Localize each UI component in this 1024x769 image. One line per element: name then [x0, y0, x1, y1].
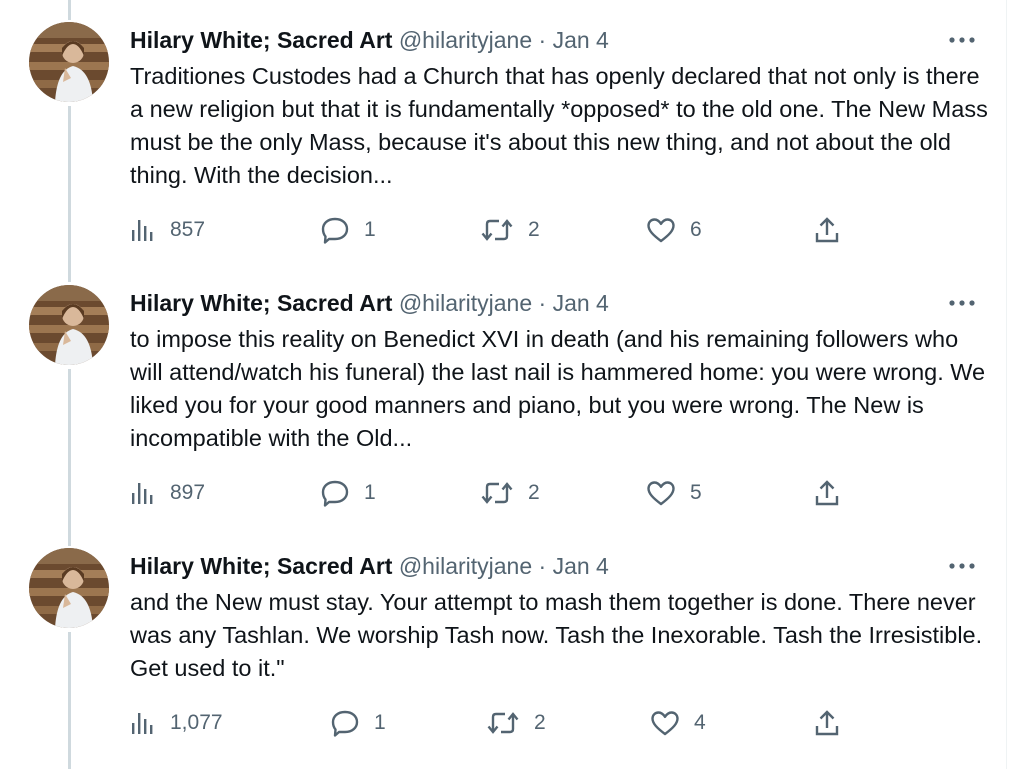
more-icon[interactable]	[944, 291, 980, 315]
more-icon[interactable]	[944, 28, 980, 52]
author-handle[interactable]: @hilarityjane	[399, 27, 532, 53]
views-button[interactable]: 857	[130, 215, 205, 245]
tweet-date[interactable]: Jan 4	[553, 27, 609, 53]
retweet-button[interactable]: 2	[480, 478, 540, 508]
author-name[interactable]: Hilary White; Sacred Art	[130, 27, 392, 53]
reply-count: 1	[364, 481, 376, 504]
tweet-date[interactable]: Jan 4	[553, 553, 609, 579]
views-icon	[130, 218, 156, 242]
share-button[interactable]	[814, 215, 840, 245]
tweet-actions: 857 1 2 6	[130, 215, 850, 245]
author-name[interactable]: Hilary White; Sacred Art	[130, 553, 392, 579]
share-icon	[814, 479, 840, 507]
reply-count: 1	[374, 711, 386, 734]
tweet-header: Hilary White; Sacred Art @hilarityjane ·…	[130, 288, 609, 318]
retweet-icon	[480, 217, 514, 243]
retweet-button[interactable]: 2	[486, 708, 546, 738]
tweet-header: Hilary White; Sacred Art @hilarityjane ·…	[130, 25, 609, 55]
reply-icon	[320, 479, 350, 507]
separator: ·	[538, 290, 547, 316]
retweet-icon	[486, 710, 520, 736]
reply-icon	[330, 709, 360, 737]
share-button[interactable]	[814, 708, 840, 738]
retweet-count: 2	[528, 218, 540, 241]
like-count: 6	[690, 218, 702, 241]
retweet-button[interactable]: 2	[480, 215, 540, 245]
like-button[interactable]: 6	[646, 215, 702, 245]
views-count: 857	[170, 218, 206, 241]
share-icon	[814, 216, 840, 244]
retweet-count: 2	[528, 481, 540, 504]
reply-icon	[320, 216, 350, 244]
like-button[interactable]: 5	[646, 478, 702, 508]
tweet-text: and the New must stay. Your attempt to m…	[130, 589, 983, 681]
tweet-text: Traditiones Custodes had a Church that h…	[130, 63, 988, 188]
views-count: 1,077	[170, 711, 223, 734]
reply-button[interactable]: 1	[330, 708, 386, 738]
share-button[interactable]	[814, 478, 840, 508]
views-icon	[130, 481, 156, 505]
tweet-header: Hilary White; Sacred Art @hilarityjane ·…	[130, 551, 609, 581]
views-button[interactable]: 897	[130, 478, 205, 508]
tweet[interactable]: Hilary White; Sacred Art @hilarityjane ·…	[0, 526, 1006, 769]
tweet[interactable]: Hilary White; Sacred Art @hilarityjane ·…	[0, 263, 1006, 526]
heart-icon	[646, 217, 676, 243]
avatar[interactable]	[29, 548, 109, 628]
author-name[interactable]: Hilary White; Sacred Art	[130, 290, 392, 316]
tweet-text: to impose this reality on Benedict XVI i…	[130, 326, 986, 451]
reply-button[interactable]: 1	[320, 215, 376, 245]
heart-icon	[646, 480, 676, 506]
tweet-actions: 897 1 2 5	[130, 478, 850, 508]
like-count: 4	[694, 711, 706, 734]
tweet-thread: Hilary White; Sacred Art @hilarityjane ·…	[0, 0, 1024, 769]
views-count: 897	[170, 481, 206, 504]
reply-button[interactable]: 1	[320, 478, 376, 508]
tweet-actions: 1,077 1 2 4	[130, 708, 850, 738]
views-icon	[130, 711, 156, 735]
share-icon	[814, 709, 840, 737]
author-handle[interactable]: @hilarityjane	[399, 553, 532, 579]
avatar[interactable]	[29, 22, 109, 102]
reply-count: 1	[364, 218, 376, 241]
tweet-date[interactable]: Jan 4	[553, 290, 609, 316]
author-handle[interactable]: @hilarityjane	[399, 290, 532, 316]
more-icon[interactable]	[944, 554, 980, 578]
avatar[interactable]	[29, 285, 109, 365]
views-button[interactable]: 1,077	[130, 708, 223, 738]
like-button[interactable]: 4	[650, 708, 706, 738]
retweet-count: 2	[534, 711, 546, 734]
like-count: 5	[690, 481, 702, 504]
column-border	[1006, 0, 1007, 769]
separator: ·	[538, 27, 547, 53]
retweet-icon	[480, 480, 514, 506]
heart-icon	[650, 710, 680, 736]
separator: ·	[538, 553, 547, 579]
tweet[interactable]: Hilary White; Sacred Art @hilarityjane ·…	[0, 0, 1006, 263]
